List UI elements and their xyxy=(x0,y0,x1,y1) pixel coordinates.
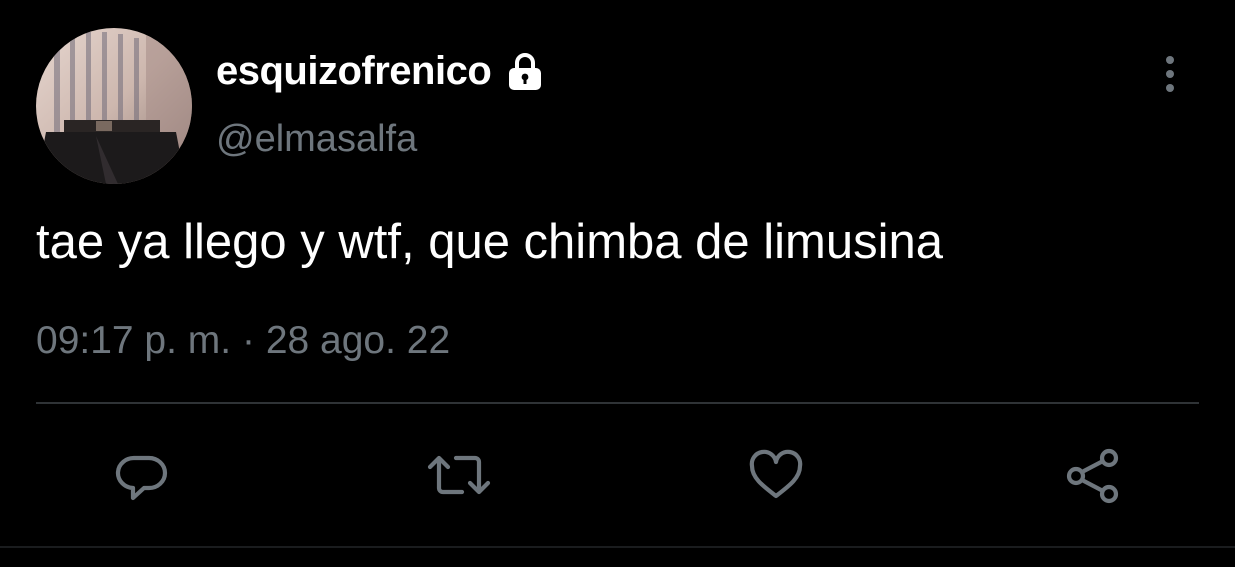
share-button[interactable] xyxy=(1058,440,1128,510)
timestamp-separator: · xyxy=(242,319,255,362)
reply-icon xyxy=(111,444,173,506)
reply-button[interactable] xyxy=(107,440,177,510)
tweet-time[interactable]: 09:17 p. m. xyxy=(36,319,231,362)
timestamp-row[interactable]: 09:17 p. m. · 28 ago. 22 xyxy=(36,316,450,366)
tweet-text: tae ya llego y wtf, que chimba de limusi… xyxy=(36,210,943,274)
heart-icon xyxy=(745,444,807,506)
lock-icon xyxy=(503,49,547,93)
retweet-icon xyxy=(424,444,494,506)
avatar[interactable] xyxy=(36,28,192,184)
bottom-divider xyxy=(0,546,1235,548)
display-name[interactable]: esquizofrenico xyxy=(216,46,491,96)
divider xyxy=(36,402,1199,404)
tweet-date[interactable]: 28 ago. 22 xyxy=(266,319,450,362)
like-button[interactable] xyxy=(741,440,811,510)
action-bar xyxy=(0,440,1235,510)
more-options-icon[interactable] xyxy=(1150,52,1190,96)
share-icon xyxy=(1062,444,1124,506)
user-handle[interactable]: @elmasalfa xyxy=(216,114,417,164)
retweet-button[interactable] xyxy=(424,440,494,510)
display-name-row[interactable]: esquizofrenico xyxy=(216,46,547,96)
tweet-detail: esquizofrenico @elmasalfa tae ya llego y… xyxy=(0,0,1235,567)
